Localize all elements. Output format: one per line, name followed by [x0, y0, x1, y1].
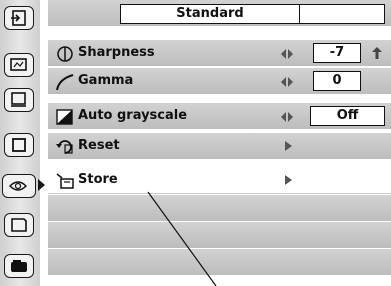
callout-line — [147, 191, 217, 286]
